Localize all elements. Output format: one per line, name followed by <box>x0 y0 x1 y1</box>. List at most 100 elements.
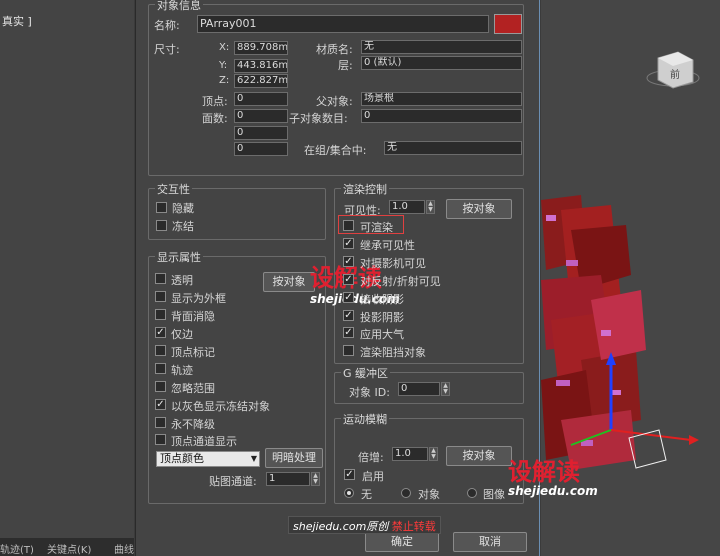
object-id-spinner[interactable]: ▲ ▼ <box>441 382 450 396</box>
multiplier-label: 倍增: <box>358 451 384 464</box>
vertices-value: 0 <box>234 92 288 106</box>
vertex-color-dropdown[interactable]: 顶点颜色 ▼ <box>156 451 260 467</box>
vertex-color-value: 顶点颜色 <box>160 452 204 465</box>
motion-blur-by-object-button[interactable]: 按对象 <box>446 446 512 466</box>
map-channel-spinner[interactable]: ▲ ▼ <box>311 472 320 486</box>
trackbar-curve-label[interactable]: 曲线 <box>114 541 134 556</box>
interactivity-title: 交互性 <box>155 181 192 197</box>
y-dimension-value: 443.816mm <box>234 59 288 73</box>
watermark-brand-2: 设解读 <box>508 458 580 486</box>
display-option-label: 显示为外框 <box>171 292 226 305</box>
display-option-label: 顶点通道显示 <box>171 435 237 448</box>
render-option-label: 继承可见性 <box>360 239 415 252</box>
faces-value: 0 <box>234 109 288 123</box>
shading-button[interactable]: 明暗处理 <box>265 448 323 468</box>
corner-watermark: 设解读 shejiedu.com <box>508 452 648 504</box>
object-id-label: 对象 ID: <box>349 386 390 399</box>
display-option-checkbox[interactable] <box>155 309 166 320</box>
particle-mass <box>541 195 646 470</box>
display-option-label: 背面消隐 <box>171 310 215 323</box>
render-option-checkbox[interactable] <box>343 220 354 231</box>
display-option-checkbox[interactable]: ✓ <box>155 327 166 338</box>
parent-label: 父对象: <box>316 95 353 108</box>
vertices-label: 顶点: <box>202 95 228 108</box>
display-option-checkbox[interactable] <box>155 434 166 445</box>
motion-blur-enabled-label: 启用 <box>362 470 384 483</box>
viewcube-face-label: 前 <box>670 68 680 81</box>
hide-checkbox[interactable] <box>156 202 167 213</box>
trackbar-trajectory-label[interactable]: 轨迹(T) <box>0 541 34 556</box>
faces-label: 面数: <box>202 112 228 125</box>
render-option-checkbox[interactable]: ✓ <box>343 310 354 321</box>
display-option-checkbox[interactable] <box>155 381 166 392</box>
freeze-label: 冻结 <box>172 220 194 233</box>
object-id-field[interactable]: 0 <box>398 382 440 396</box>
credit-watermark: shejiedu.com原创 禁止转载 <box>288 516 441 534</box>
x-label: X: <box>219 42 230 53</box>
render-option-label: 可渲染 <box>360 221 393 234</box>
ok-button[interactable]: 确定 <box>365 532 439 552</box>
visibility-spinner[interactable]: ▲ ▼ <box>426 200 435 214</box>
display-option-label: 轨迹 <box>171 364 193 377</box>
left-viewport[interactable]: 真实 ] <box>0 0 134 540</box>
render-option-checkbox[interactable]: ✓ <box>343 292 354 303</box>
render-option-label: 对摄影机可见 <box>360 257 426 270</box>
viewport-label[interactable]: 真实 ] <box>2 13 32 29</box>
multiplier-spinner[interactable]: ▲ ▼ <box>429 447 438 461</box>
render-option-checkbox[interactable]: ✓ <box>343 238 354 249</box>
gbuffer-title: G 缓冲区 <box>341 365 391 381</box>
parent-value: 场景根 <box>361 92 522 106</box>
watermark-url-2: shejiedu.com <box>508 484 598 498</box>
blur-none-radio[interactable] <box>344 488 354 498</box>
blur-image-radio[interactable] <box>467 488 477 498</box>
display-option-label: 永不降级 <box>171 418 215 431</box>
display-option-checkbox[interactable] <box>155 273 166 284</box>
z-label: Z: <box>219 75 230 86</box>
cancel-button[interactable]: 取消 <box>453 532 527 552</box>
in-group-label: 在组/集合中: <box>304 144 367 157</box>
freeze-checkbox[interactable] <box>156 220 167 231</box>
visibility-field[interactable]: 1.0 <box>389 200 425 214</box>
display-option-label: 透明 <box>171 274 193 287</box>
children-value: 0 <box>361 109 522 123</box>
display-option-label: 忽略范围 <box>171 382 215 395</box>
y-label: Y: <box>219 60 228 71</box>
multiplier-field[interactable]: 1.0 <box>392 447 428 461</box>
chevron-down-icon: ▼ <box>250 454 257 463</box>
z-dimension-value: 622.827mm <box>234 74 288 88</box>
blur-object-radio[interactable] <box>401 488 411 498</box>
map-channel-label: 贴图通道: <box>209 475 257 488</box>
render-option-label: 应用大气 <box>360 328 404 341</box>
trackbar-keys-label[interactable]: 关键点(K) <box>47 541 91 556</box>
display-option-label: 顶点标记 <box>171 346 215 359</box>
display-option-checkbox[interactable] <box>155 417 166 428</box>
render-option-checkbox[interactable] <box>343 345 354 356</box>
object-color-swatch[interactable] <box>494 14 522 34</box>
credit-prefix: shejiedu.com原创 <box>293 520 389 533</box>
display-by-object-button[interactable]: 按对象 <box>263 272 315 292</box>
display-option-label: 仅边 <box>171 328 193 341</box>
material-value: 无 <box>361 40 522 54</box>
viewcube-icon: 前 <box>646 51 700 89</box>
motion-blur-enabled-checkbox[interactable]: ✓ <box>344 469 355 480</box>
display-option-checkbox[interactable] <box>155 345 166 356</box>
map-channel-field[interactable]: 1 <box>266 472 310 486</box>
display-option-checkbox[interactable] <box>155 291 166 302</box>
render-option-checkbox[interactable]: ✓ <box>343 256 354 267</box>
dimensions-label: 尺寸: <box>154 43 180 56</box>
children-label: 子对象数目: <box>289 112 348 125</box>
name-field[interactable]: PArray001 <box>197 15 489 33</box>
x-dimension-value: 889.708mm <box>234 41 288 55</box>
render-option-checkbox[interactable]: ✓ <box>343 327 354 338</box>
display-option-checkbox[interactable] <box>155 363 166 374</box>
render-option-checkbox[interactable]: ✓ <box>343 274 354 285</box>
hide-label: 隐藏 <box>172 202 194 215</box>
info-extra-value-2: 0 <box>234 142 288 156</box>
display-option-label: 以灰色显示冻结对象 <box>171 400 270 413</box>
credit-suffix: 禁止转载 <box>391 520 436 533</box>
render-by-object-button[interactable]: 按对象 <box>446 199 512 219</box>
in-group-value: 无 <box>384 141 522 155</box>
name-label: 名称: <box>154 19 180 32</box>
display-option-checkbox[interactable]: ✓ <box>155 399 166 410</box>
display-properties-title: 显示属性 <box>155 249 203 265</box>
